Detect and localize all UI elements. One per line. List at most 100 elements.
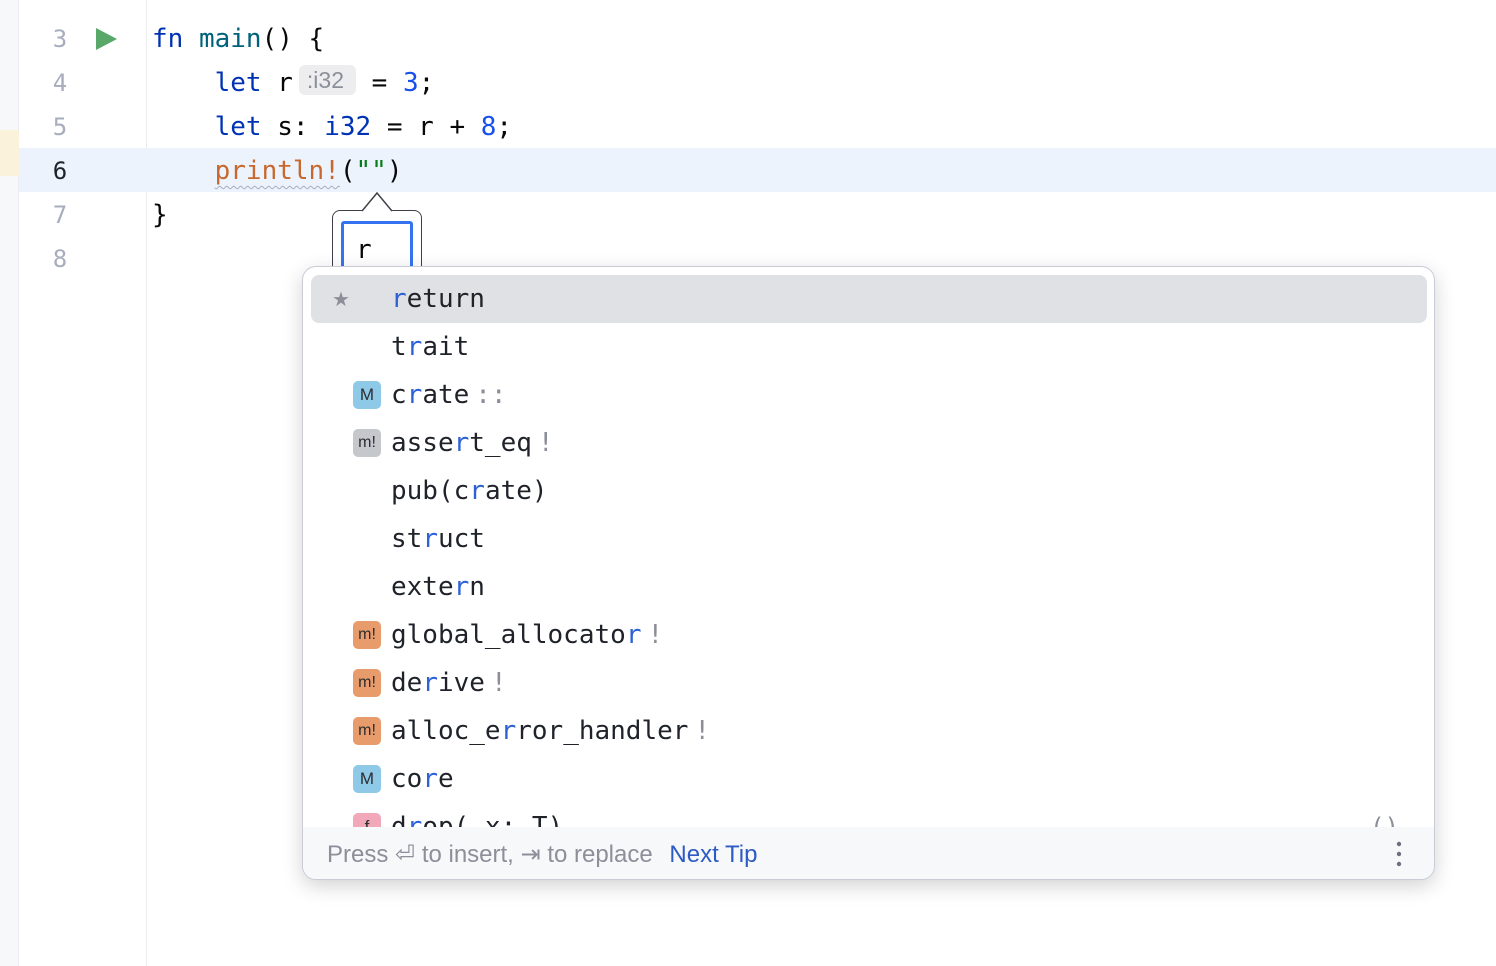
match-highlight: r (453, 428, 470, 458)
label-text: ive (437, 668, 485, 698)
line-number: 4 (52, 69, 68, 97)
number-literal: 3 (402, 68, 419, 98)
completion-item[interactable]: f drop(_x: T) () (311, 803, 1427, 827)
item-type-text: () (1370, 813, 1399, 827)
match-highlight: r (406, 812, 423, 827)
match-highlight: r (406, 332, 423, 362)
label-suffix: :: (475, 380, 507, 410)
string-literal: "" (355, 156, 387, 186)
match-highlight: r (422, 764, 438, 794)
code-text: } (152, 200, 168, 230)
label-text: ait (422, 332, 470, 362)
label-text: ror_handler (516, 716, 689, 746)
label-suffix: ! (694, 716, 711, 746)
completion-item-label: drop(_x: T) (391, 803, 563, 827)
label-text: t_eq (469, 428, 532, 458)
match-highlight: r (391, 284, 407, 314)
line-number-active: 6 (52, 157, 68, 185)
completion-item-label: crate:: (391, 371, 507, 419)
completion-footer: Press ⏎ to insert, ⇥ to replace Next Tip (303, 827, 1434, 880)
code-line-6[interactable]: println!("") (152, 149, 403, 193)
line-number: 8 (52, 245, 68, 273)
completion-list[interactable]: ★ return trait Mcrate:: m! assert_eq! pub(crat… (303, 267, 1434, 827)
completion-item[interactable]: struct (311, 515, 1427, 563)
variable: s: (261, 112, 325, 142)
variable: r (261, 68, 293, 98)
label-text: ate) (484, 476, 548, 506)
label-text: co (391, 764, 423, 794)
label-text: de (391, 668, 423, 698)
match-highlight: r (625, 620, 642, 650)
macro-icon: m! (353, 621, 381, 649)
completion-item-label: trait (391, 323, 469, 371)
code-text: = (356, 68, 403, 98)
code-line-4[interactable]: let r:i32 = 3; (152, 61, 434, 105)
code-text: = r + (371, 112, 481, 142)
next-tip-link[interactable]: Next Tip (669, 841, 757, 868)
keyword: let (214, 68, 262, 98)
completion-item[interactable]: m! assert_eq! (311, 419, 1427, 467)
footer-text: to replace (547, 841, 653, 868)
macro-icon: m! (353, 429, 381, 457)
completion-item[interactable]: m! derive! (311, 659, 1427, 707)
macro-icon: m! (353, 717, 381, 745)
match-highlight: r (422, 668, 438, 698)
label-text: ate (422, 380, 470, 410)
line-number: 7 (52, 201, 68, 229)
match-highlight: r (500, 716, 517, 746)
code-line-5[interactable]: let s: i32 = r + 8; (152, 105, 512, 149)
completion-popup: ★ return trait Mcrate:: m! assert_eq! pub(crat… (302, 266, 1435, 880)
more-vertical-icon[interactable] (1394, 827, 1404, 880)
run-gutter-icon[interactable] (95, 27, 119, 51)
code-text: ( (339, 156, 356, 186)
number-literal: 8 (480, 112, 497, 142)
completion-item[interactable]: trait (311, 323, 1427, 371)
label-text: asse (391, 428, 454, 458)
module-icon: M (353, 381, 381, 409)
label-suffix: ! (490, 668, 507, 698)
completion-item[interactable]: m! global_allocator! (311, 611, 1427, 659)
code-text: ; (496, 112, 513, 142)
label-text: c (391, 380, 407, 410)
function-icon: f (353, 813, 381, 827)
macro-call: println! (214, 156, 340, 186)
star-icon: ★ (332, 287, 350, 311)
label-text: st (391, 524, 423, 554)
completion-item-label: global_allocator! (391, 611, 663, 659)
completion-item-label: pub(crate) (391, 467, 548, 515)
label-text: n (469, 572, 485, 602)
match-highlight: r (406, 380, 423, 410)
completion-item-label: derive! (391, 659, 507, 707)
bubble-pointer (362, 192, 392, 212)
module-icon: M (353, 765, 381, 793)
label-text: exte (391, 572, 454, 602)
completion-item[interactable]: Mcrate:: (311, 371, 1427, 419)
completion-item[interactable]: extern (311, 563, 1427, 611)
completion-item-label: core (391, 755, 454, 803)
completion-item-label: struct (391, 515, 485, 563)
completion-item[interactable]: m! alloc_error_handler! (311, 707, 1427, 755)
label-text: alloc_e (391, 716, 501, 746)
code-line-3[interactable]: fn main() { (152, 17, 324, 61)
label-text: d (391, 812, 407, 827)
change-marker (0, 130, 19, 176)
footer-text: to insert, (421, 841, 514, 868)
editor-gutter (19, 0, 147, 966)
label-text: e (437, 764, 454, 794)
completion-item-label: assert_eq! (391, 419, 554, 467)
completion-item-selected[interactable]: ★ return (311, 275, 1427, 323)
line-number: 3 (52, 25, 68, 53)
code-text: () { (261, 24, 325, 54)
footer-text: Press (327, 841, 389, 868)
completion-item[interactable]: Mcore (311, 755, 1427, 803)
label-text: pub(c (391, 476, 470, 506)
tab-key-icon: ⇥ (520, 840, 541, 868)
completion-item[interactable]: pub(crate) (311, 467, 1427, 515)
completion-item-label: return (391, 275, 485, 323)
type-name: i32 (324, 112, 372, 142)
code-line-7[interactable]: } (152, 193, 168, 237)
line-number: 5 (52, 113, 68, 141)
match-highlight: r (422, 524, 438, 554)
code-text: ; (418, 68, 435, 98)
label-suffix: ! (537, 428, 554, 458)
